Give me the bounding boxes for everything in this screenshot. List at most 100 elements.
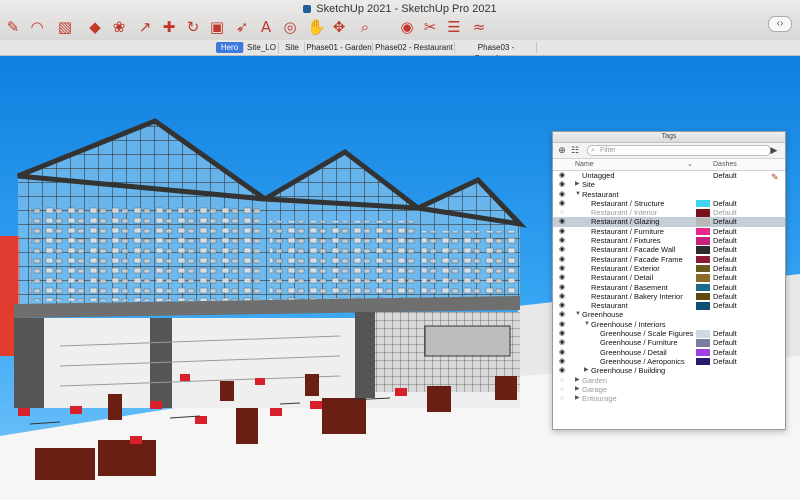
- visibility-eye-icon[interactable]: ◉: [557, 227, 567, 236]
- tag-dashes[interactable]: Default: [713, 338, 737, 347]
- tag-row[interactable]: ◉ Restaurant / Structure Default: [553, 199, 785, 208]
- scene-tab[interactable]: Phase01 - Garden: [306, 42, 373, 53]
- tag-row[interactable]: ◉ Restaurant / Bakery Interior Default: [553, 292, 785, 301]
- tag-row[interactable]: ◉ Restaurant / Furniture Default: [553, 227, 785, 236]
- tag-color-swatch[interactable]: [696, 357, 710, 366]
- visibility-eye-icon[interactable]: ◉: [557, 292, 567, 301]
- tag-row[interactable]: ○ ▶ Entourage: [553, 394, 785, 403]
- tag-row[interactable]: ◉ ▶ Greenhouse / Building: [553, 366, 785, 375]
- hidden-eye-icon[interactable]: ○: [557, 208, 567, 217]
- visibility-eye-icon[interactable]: ◉: [557, 283, 567, 292]
- tag-row[interactable]: ◉ Greenhouse / Furniture Default: [553, 338, 785, 347]
- visibility-eye-icon[interactable]: ◉: [557, 199, 567, 208]
- tag-row[interactable]: ◉ Untagged Default: [553, 171, 785, 180]
- tag-dashes[interactable]: Default: [713, 357, 737, 366]
- expand-toggle-icon[interactable]: ▶: [575, 385, 580, 394]
- tag-row[interactable]: ○ ▶ Garage: [553, 385, 785, 394]
- rotate-icon[interactable]: ↻: [184, 18, 202, 36]
- tag-dashes[interactable]: Default: [713, 217, 737, 226]
- visibility-eye-icon[interactable]: ◉: [557, 348, 567, 357]
- tag-color-swatch[interactable]: [696, 246, 710, 254]
- extension-icon[interactable]: ✂: [421, 18, 439, 36]
- hidden-eye-icon[interactable]: ○: [557, 376, 567, 385]
- expand-toggle-icon[interactable]: ▶: [575, 376, 580, 385]
- trimble-icon[interactable]: ≈: [470, 18, 488, 36]
- move-icon[interactable]: ✚: [160, 18, 178, 36]
- pan-icon[interactable]: ✋: [307, 18, 326, 36]
- visibility-eye-icon[interactable]: ◉: [557, 366, 567, 375]
- zoom-icon[interactable]: ⌕: [356, 18, 374, 36]
- hidden-eye-icon[interactable]: ○: [557, 385, 567, 394]
- hidden-eye-icon[interactable]: ○: [557, 394, 567, 403]
- zoom-extents-icon[interactable]: ✥: [330, 18, 348, 36]
- column-name[interactable]: Name: [575, 159, 594, 170]
- expand-toggle-icon[interactable]: ▼: [575, 190, 581, 199]
- filter-input[interactable]: ⌕ Filter: [587, 145, 771, 156]
- tag-dashes[interactable]: Default: [713, 292, 737, 301]
- visibility-eye-icon[interactable]: ◉: [557, 255, 567, 264]
- tag-color-swatch[interactable]: [696, 255, 710, 264]
- tag-row[interactable]: ◉ ▼ Restaurant: [553, 190, 785, 199]
- tag-row[interactable]: ◉ ▼ Greenhouse / Interiors: [553, 320, 785, 329]
- visibility-eye-icon[interactable]: ◉: [557, 217, 567, 226]
- select-icon[interactable]: ↗: [136, 18, 154, 36]
- tag-row[interactable]: ◉ Restaurant / Exterior Default: [553, 264, 785, 273]
- tag-row[interactable]: ◉ Restaurant / Basement Default: [553, 283, 785, 292]
- visibility-eye-icon[interactable]: ◉: [557, 301, 567, 310]
- sort-chevron-icon[interactable]: ⌄: [687, 159, 693, 170]
- tag-dashes[interactable]: Default: [713, 236, 737, 245]
- tag-dashes[interactable]: Default: [713, 329, 737, 338]
- expand-toggle-icon[interactable]: ▶: [575, 394, 580, 403]
- warehouse-icon[interactable]: ◉: [398, 18, 416, 36]
- tag-color-swatch[interactable]: [696, 199, 710, 208]
- details-menu-icon[interactable]: ▶: [769, 145, 779, 155]
- tag-row[interactable]: ◉ ▶ Site: [553, 180, 785, 189]
- tag-color-swatch[interactable]: [696, 209, 710, 217]
- visibility-eye-icon[interactable]: ◉: [557, 180, 567, 189]
- tag-color-swatch[interactable]: [696, 348, 710, 357]
- tag-row[interactable]: ◉ Greenhouse / Scale Figures Default: [553, 329, 785, 338]
- tag-row[interactable]: ◉ Greenhouse / Detail Default: [553, 348, 785, 357]
- tag-dashes[interactable]: Default: [713, 301, 737, 310]
- tag-row[interactable]: ◉ Restaurant / Facade Frame Default: [553, 255, 785, 264]
- tag-color-swatch[interactable]: [696, 339, 710, 347]
- expand-toggle-icon[interactable]: ▼: [575, 310, 581, 319]
- orbit-icon[interactable]: ◎: [281, 18, 299, 36]
- tag-color-swatch[interactable]: [696, 264, 710, 273]
- scene-tab[interactable]: Site_LO: [245, 42, 279, 53]
- push-pull-icon[interactable]: ◆: [86, 18, 104, 36]
- paint-icon[interactable]: ❀: [110, 18, 128, 36]
- tag-color-swatch[interactable]: [696, 227, 710, 236]
- tag-row[interactable]: ◉ Restaurant / Fixtures Default: [553, 236, 785, 245]
- tag-color-swatch[interactable]: [696, 218, 710, 226]
- add-folder-icon[interactable]: ☷: [570, 145, 580, 155]
- tape-measure-icon[interactable]: ➶: [233, 18, 251, 36]
- tag-row[interactable]: ◉ Greenhouse / Aeroponics Default: [553, 357, 785, 366]
- tag-dashes[interactable]: Default: [713, 199, 737, 208]
- rectangle-icon[interactable]: ▧: [56, 18, 74, 36]
- scene-tab[interactable]: Phase03 - Greenhouse: [456, 42, 537, 63]
- scene-tab[interactable]: Hero: [216, 42, 244, 53]
- tag-row[interactable]: ○ Restaurant / Interior Default: [553, 208, 785, 217]
- tag-dashes[interactable]: Default: [713, 245, 737, 254]
- tag-color-swatch[interactable]: [696, 330, 710, 338]
- visibility-eye-icon[interactable]: ◉: [557, 357, 567, 366]
- tag-row[interactable]: ○ ▶ Garden: [553, 376, 785, 385]
- visibility-eye-icon[interactable]: ◉: [557, 338, 567, 347]
- pencil-icon[interactable]: ✎: [4, 18, 22, 36]
- expand-toggle-icon[interactable]: ▶: [575, 180, 580, 189]
- tag-dashes[interactable]: Default: [713, 208, 737, 217]
- tag-dashes[interactable]: Default: [713, 227, 737, 236]
- scene-tab[interactable]: Site: [280, 42, 305, 53]
- tag-color-pencil-icon[interactable]: ✎: [771, 172, 779, 183]
- visibility-eye-icon[interactable]: ◉: [557, 320, 567, 329]
- tag-dashes[interactable]: Default: [713, 264, 737, 273]
- add-tag-icon[interactable]: ⊕: [557, 145, 567, 155]
- tag-dashes[interactable]: Default: [713, 171, 737, 180]
- column-dashes[interactable]: Dashes: [713, 159, 737, 170]
- tag-row[interactable]: ◉ Restaurant / Glazing Default: [553, 217, 785, 227]
- visibility-eye-icon[interactable]: ◉: [557, 310, 567, 319]
- arc-icon[interactable]: ◠: [28, 18, 46, 36]
- tag-color-swatch[interactable]: [696, 237, 710, 245]
- expand-toggle-icon[interactable]: ▶: [584, 366, 589, 375]
